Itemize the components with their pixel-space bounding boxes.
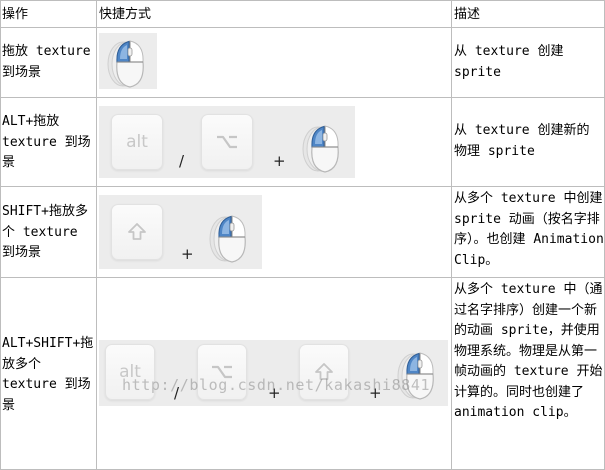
plus-separator: +: [181, 245, 194, 263]
alt-key-label: alt: [126, 132, 148, 152]
column-divider: [96, 0, 97, 470]
header-description: 描述: [454, 6, 481, 21]
row3-shortcut-panel: +: [99, 195, 262, 269]
mouse-left-click-icon: [205, 209, 255, 265]
blog-watermark: http://blog.csdn.net/kakashi8841: [122, 376, 431, 394]
or-separator: /: [179, 152, 185, 170]
shift-key: [111, 204, 163, 260]
row2-description: 从 texture 创建新的物理 sprite: [454, 123, 590, 159]
row2-action: ALT+拖放 texture 到场景: [2, 114, 91, 170]
plus-separator: +: [273, 152, 286, 170]
row-divider: [0, 97, 605, 98]
row1-description: 从 texture 创建 sprite: [454, 44, 564, 80]
row1-shortcut-panel: [99, 33, 157, 89]
row3-action: SHIFT+拖放多个 texture 到场景: [2, 204, 88, 260]
row1-action: 拖放 texture 到场景: [2, 44, 91, 80]
table-border-left: [0, 0, 1, 470]
option-key-icon: [215, 134, 239, 150]
option-key: [201, 114, 253, 170]
row3-description: 从多个 texture 中创建 sprite 动画（按名字排序）。也创建 Ani…: [454, 191, 604, 268]
mouse-left-click-icon: [298, 119, 348, 175]
row4-description: 从多个 texture 中（通过名字排序）创建一个新的动画 sprite，并使用…: [454, 282, 603, 420]
header-divider: [0, 27, 605, 28]
row-divider: [0, 277, 605, 278]
header-shortcut: 快捷方式: [99, 6, 152, 21]
row4-action: ALT+SHIFT+拖放多个 texture 到场景: [2, 336, 94, 413]
row2-shortcut-panel: alt / +: [99, 106, 355, 178]
shortcut-table: 操作 快捷方式 描述 拖放 texture 到场景 从 texture 创建 s…: [0, 0, 605, 470]
row-divider: [0, 186, 605, 187]
header-operation: 操作: [2, 6, 29, 21]
column-divider: [451, 0, 452, 470]
shift-key-icon: [127, 222, 147, 242]
table-border-top: [0, 0, 605, 1]
mouse-left-click-icon: [103, 34, 153, 90]
alt-key: alt: [111, 114, 163, 170]
row4-shortcut-panel: alt / + +: [99, 340, 448, 406]
